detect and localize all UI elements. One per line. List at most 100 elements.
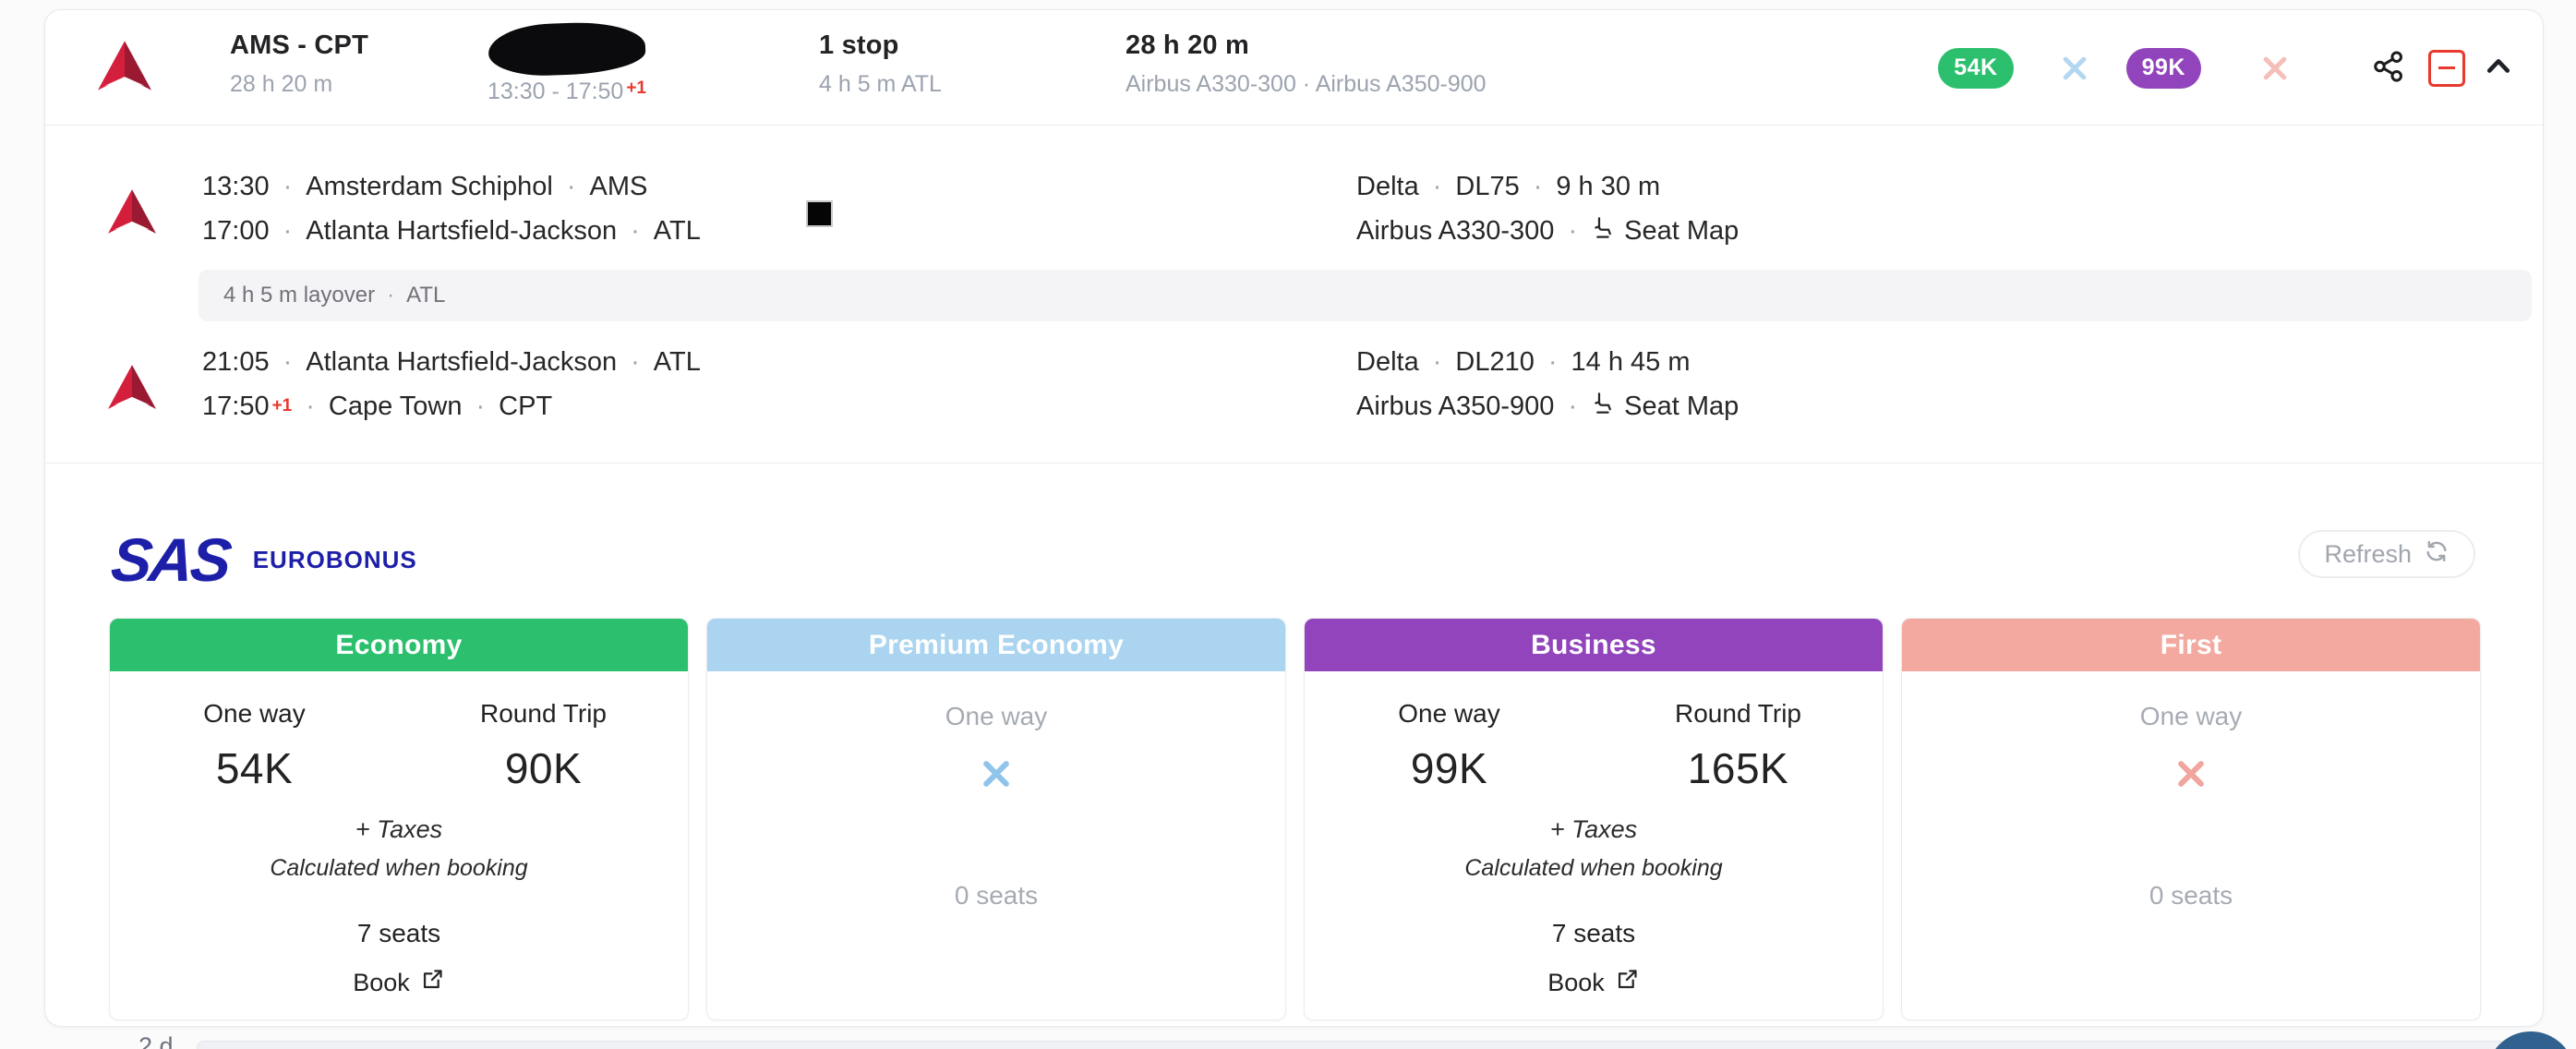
departure-airport: Atlanta Hartsfield-Jackson <box>306 347 617 378</box>
flight-number: DL210 <box>1455 347 1534 378</box>
aircraft-type: Airbus A350-900 <box>1356 392 1554 422</box>
one-way-label: One way <box>110 699 399 729</box>
next-row-partial-text: 2 d <box>138 1032 174 1049</box>
fare-cabin-header: Premium Economy <box>707 619 1285 671</box>
segment-2-route: 21:05 · Atlanta Hartsfield-Jackson · ATL… <box>202 340 701 428</box>
refresh-label: Refresh <box>2324 540 2412 569</box>
flight-number: DL75 <box>1455 172 1519 202</box>
unavailable-x-icon <box>1902 755 2480 792</box>
round-trip-label: Round Trip <box>1594 699 1883 729</box>
round-trip-value: 165K <box>1594 743 1883 793</box>
segment-2-flight-info: Delta · DL210 · 14 h 45 m <box>1356 340 1739 384</box>
taxes-note: + Taxes <box>1305 815 1883 844</box>
arrival-airport: Atlanta Hartsfield-Jackson <box>306 216 617 247</box>
next-row-top-edge <box>197 1041 2539 1049</box>
refresh-icon <box>2424 538 2450 571</box>
segment-1-departure: 13:30 · Amsterdam Schiphol · AMS <box>202 164 701 209</box>
route-label: AMS - CPT <box>230 30 368 61</box>
arrival-code: ATL <box>654 216 701 247</box>
one-way-label: One way <box>1305 699 1594 729</box>
segment-2-departure: 21:05 · Atlanta Hartsfield-Jackson · ATL <box>202 340 701 384</box>
delta-airline-logo <box>108 189 156 238</box>
departure-code: AMS <box>589 172 647 202</box>
delta-airline-logo <box>108 365 156 414</box>
total-duration: 28 h 20 m <box>1125 30 1487 61</box>
round-trip-value: 90K <box>399 743 688 793</box>
seat-map-label: Seat Map <box>1624 392 1739 422</box>
book-link[interactable]: Book <box>353 967 445 998</box>
segment-1-arrival: 17:00 · Atlanta Hartsfield-Jackson · ATL <box>202 209 701 253</box>
dates-block: 13:30 - 17:50+1 <box>451 23 682 105</box>
share-icon <box>2371 49 2406 87</box>
economy-unavailable-x-icon <box>2058 52 2091 85</box>
fare-card-economy: Economy One way 54K Round Trip 90K + Tax… <box>109 618 689 1020</box>
minus-square-icon <box>2428 50 2465 87</box>
book-label: Book <box>353 969 410 997</box>
arrival-code: CPT <box>499 392 552 422</box>
plus-one-day: +1 <box>626 78 646 98</box>
book-link[interactable]: Book <box>1547 967 1640 998</box>
external-link-icon <box>1615 967 1640 998</box>
segment-2-details: Delta · DL210 · 14 h 45 m Airbus A350-90… <box>1356 340 1739 428</box>
stops-label: 1 stop <box>819 30 942 61</box>
route-block: AMS - CPT 28 h 20 m <box>230 30 368 98</box>
departure-time: 13:30 <box>202 172 270 202</box>
plus-one-day: +1 <box>272 396 293 416</box>
delta-airline-logo <box>98 41 151 95</box>
segment-1-details: Delta · DL75 · 9 h 30 m Airbus A330-300 … <box>1356 164 1739 253</box>
flight-result-card: AMS - CPT 28 h 20 m 13:30 - 17:50+1 1 st… <box>44 9 2544 1027</box>
external-link-icon <box>420 967 445 998</box>
arrival-time: 17:50 <box>202 392 270 422</box>
award-program-section: SAS EUROBONUS Refresh Economy One way <box>45 463 2543 1028</box>
refresh-button[interactable]: Refresh <box>2298 530 2475 578</box>
eurobonus-label: EUROBONUS <box>253 546 417 574</box>
fare-cards-row: Economy One way 54K Round Trip 90K + Tax… <box>109 618 2481 1020</box>
round-trip-label: Round Trip <box>399 699 688 729</box>
seats-count: 0 seats <box>1902 881 2480 910</box>
book-label: Book <box>1547 969 1605 997</box>
stops-block: 1 stop 4 h 5 m ATL <box>819 30 942 98</box>
seats-count: 0 seats <box>707 881 1285 910</box>
aircraft-type: Airbus A330-300 <box>1356 216 1554 247</box>
one-way-label: One way <box>1902 702 2480 731</box>
departure-time: 21:05 <box>202 347 270 378</box>
taxes-detail: Calculated when booking <box>1305 855 1883 882</box>
seat-icon <box>1591 215 1616 247</box>
layover-duration: 4 h 5 m layover <box>223 283 375 308</box>
seat-map-link[interactable]: Seat Map <box>1591 215 1739 247</box>
aircraft-summary: Airbus A330-300 · Airbus A350-900 <box>1125 71 1487 98</box>
collapse-button[interactable] <box>2482 50 2515 86</box>
seats-count: 7 seats <box>110 919 688 948</box>
chevron-up-icon <box>2482 50 2515 86</box>
fare-body: One way 99K Round Trip 165K + Taxes Calc… <box>1305 699 1883 998</box>
layover-bar: 4 h 5 m layover · ATL <box>199 270 2532 321</box>
fare-cabin-header: Economy <box>110 619 688 671</box>
economy-miles-badge: 54K <box>1938 48 2013 89</box>
redacted-marker <box>808 202 831 225</box>
seat-map-label: Seat Map <box>1624 216 1739 247</box>
arrival-airport: Cape Town <box>329 392 463 422</box>
one-way-value: 54K <box>110 743 399 793</box>
airline-name: Delta <box>1356 172 1419 202</box>
segment-1-route: 13:30 · Amsterdam Schiphol · AMS 17:00 ·… <box>202 164 701 253</box>
fare-cabin-header: Business <box>1305 619 1883 671</box>
summary-actions: 54K 99K <box>1938 10 2515 126</box>
segment-duration: 9 h 30 m <box>1556 172 1660 202</box>
share-button[interactable] <box>2371 49 2406 87</box>
route-duration: 28 h 20 m <box>230 71 368 98</box>
seats-count: 7 seats <box>1305 919 1883 948</box>
fare-body: One way 0 seats <box>707 702 1285 910</box>
first-unavailable-x-icon <box>2258 52 2292 85</box>
arrival-time: 17:00 <box>202 216 270 247</box>
layover-airport-code: ATL <box>406 283 445 308</box>
remove-result-button[interactable] <box>2428 50 2465 87</box>
unavailable-x-icon <box>707 755 1285 792</box>
departure-code: ATL <box>654 347 701 378</box>
seat-map-link[interactable]: Seat Map <box>1591 391 1739 423</box>
segments-section: 13:30 · Amsterdam Schiphol · AMS 17:00 ·… <box>45 126 2543 463</box>
seat-icon <box>1591 391 1616 423</box>
airline-name: Delta <box>1356 347 1419 378</box>
summary-times: 13:30 - 17:50+1 <box>488 78 646 105</box>
program-logo: SAS EUROBONUS <box>112 524 417 595</box>
flight-summary-row[interactable]: AMS - CPT 28 h 20 m 13:30 - 17:50+1 1 st… <box>45 10 2543 126</box>
